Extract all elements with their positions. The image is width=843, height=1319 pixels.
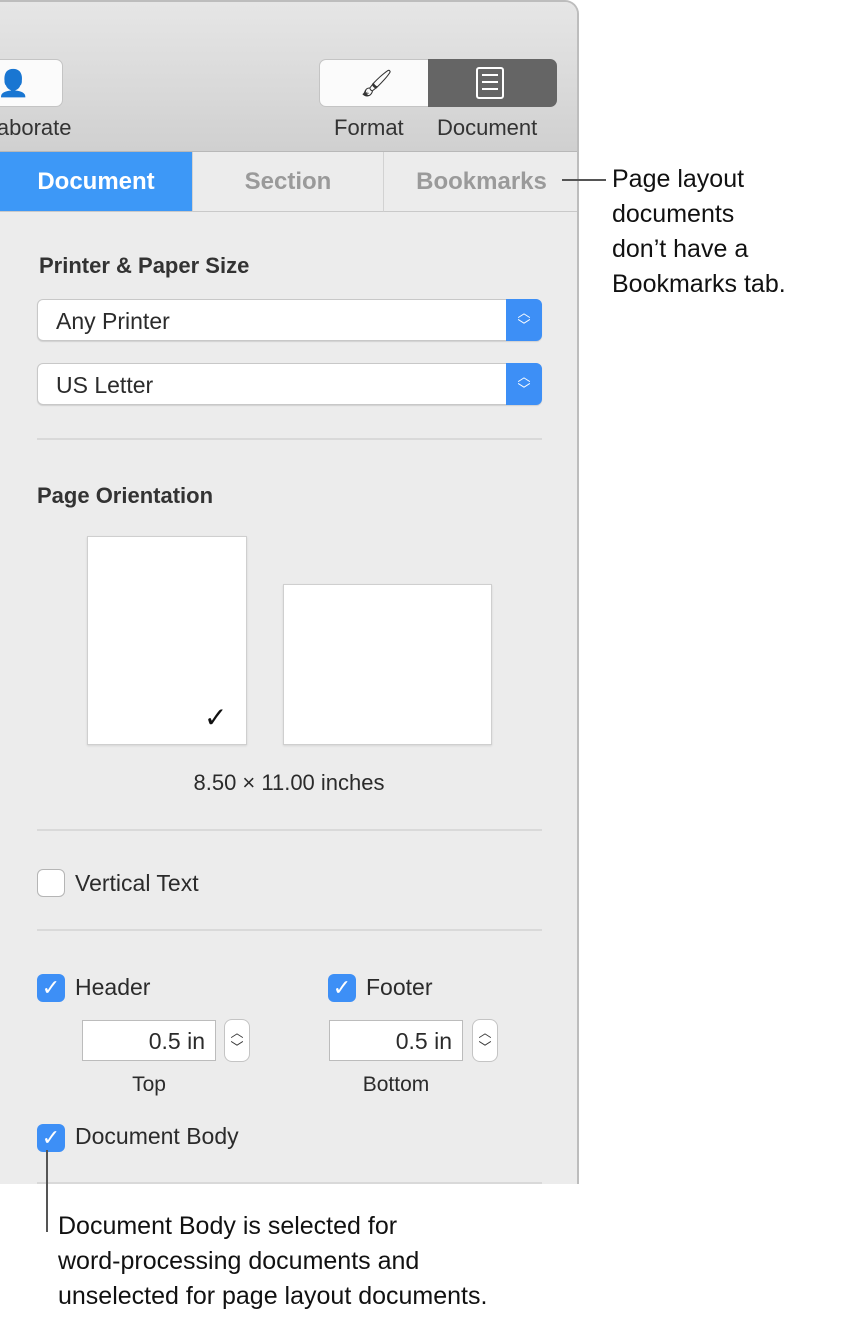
header-top-field[interactable]: 0.5 in bbox=[82, 1020, 216, 1061]
paintbrush-icon: 🖌 bbox=[360, 68, 394, 98]
divider bbox=[37, 829, 542, 831]
vertical-text-checkbox[interactable] bbox=[37, 869, 65, 897]
printer-popup[interactable]: Any Printer ︿ ﹀ bbox=[37, 299, 542, 341]
tab-section[interactable]: Section bbox=[193, 152, 384, 212]
callout-line bbox=[562, 179, 606, 181]
toolbar: 👤 Collaborate 🖌 Format Document bbox=[0, 2, 577, 152]
page-size-text: 8.50 × 11.00 inches bbox=[193, 770, 385, 795]
tab-document[interactable]: Document bbox=[0, 152, 193, 212]
paper-size-value: US Letter bbox=[56, 372, 154, 398]
vertical-text-label: Vertical Text bbox=[75, 870, 199, 896]
document-button[interactable] bbox=[428, 59, 557, 107]
header-checkbox[interactable]: ✓ bbox=[37, 974, 65, 1002]
bottom-label: Bottom bbox=[362, 1073, 430, 1096]
checkmark-icon: ✓ bbox=[204, 702, 228, 733]
updown-chevron-icon: ︿ ﹀ bbox=[506, 363, 542, 405]
tab-bookmarks[interactable]: Bookmarks bbox=[384, 152, 577, 212]
document-body-callout: Document Body is selected for word-proce… bbox=[58, 1209, 487, 1314]
printer-paper-heading: Printer & Paper Size bbox=[39, 253, 250, 278]
callout-line-text: unselected for page layout documents. bbox=[58, 1282, 488, 1310]
divider bbox=[37, 438, 542, 440]
updown-chevron-icon: ︿ ﹀ bbox=[506, 299, 542, 341]
divider bbox=[37, 929, 542, 931]
document-label: Document bbox=[437, 115, 538, 140]
callout-line-text: Bookmarks tab. bbox=[612, 270, 786, 298]
document-icon bbox=[476, 67, 504, 99]
page-orientation-heading: Page Orientation bbox=[37, 483, 214, 508]
document-body-label: Document Body bbox=[75, 1123, 239, 1149]
format-button[interactable]: 🖌 bbox=[319, 59, 429, 107]
collaborate-label: Collaborate bbox=[0, 115, 72, 140]
top-label: Top bbox=[132, 1073, 166, 1096]
printer-value: Any Printer bbox=[56, 308, 170, 334]
landscape-orientation-option[interactable] bbox=[283, 584, 492, 745]
callout-line-text: word-processing documents and bbox=[58, 1247, 420, 1275]
collaborate-icon: 👤 bbox=[0, 68, 30, 98]
footer-bottom-field[interactable]: 0.5 in bbox=[329, 1020, 463, 1061]
callout-line-text: don’t have a bbox=[612, 235, 749, 263]
callout-line-text: documents bbox=[612, 200, 735, 228]
bookmarks-callout: Page layout documents don’t have a Bookm… bbox=[612, 162, 786, 302]
callout-line-text: Document Body is selected for bbox=[58, 1212, 398, 1240]
divider bbox=[37, 1182, 542, 1184]
footer-checkbox[interactable]: ✓ bbox=[328, 974, 356, 1002]
footer-stepper[interactable]: ︿ ﹀ bbox=[472, 1019, 498, 1062]
document-inspector-panel: 👤 Collaborate 🖌 Format Document Document… bbox=[0, 0, 579, 1184]
header-stepper[interactable]: ︿ ﹀ bbox=[224, 1019, 250, 1062]
portrait-orientation-option[interactable]: ✓ bbox=[87, 536, 247, 745]
format-label: Format bbox=[334, 115, 404, 140]
paper-size-popup[interactable]: US Letter ︿ ﹀ bbox=[37, 363, 542, 405]
callout-line bbox=[46, 1150, 48, 1232]
header-label: Header bbox=[75, 974, 151, 1000]
document-body-checkbox[interactable]: ✓ bbox=[37, 1124, 65, 1152]
collaborate-button[interactable]: 👤 bbox=[0, 59, 63, 107]
footer-label: Footer bbox=[366, 974, 433, 1000]
callout-line-text: Page layout bbox=[612, 165, 745, 193]
